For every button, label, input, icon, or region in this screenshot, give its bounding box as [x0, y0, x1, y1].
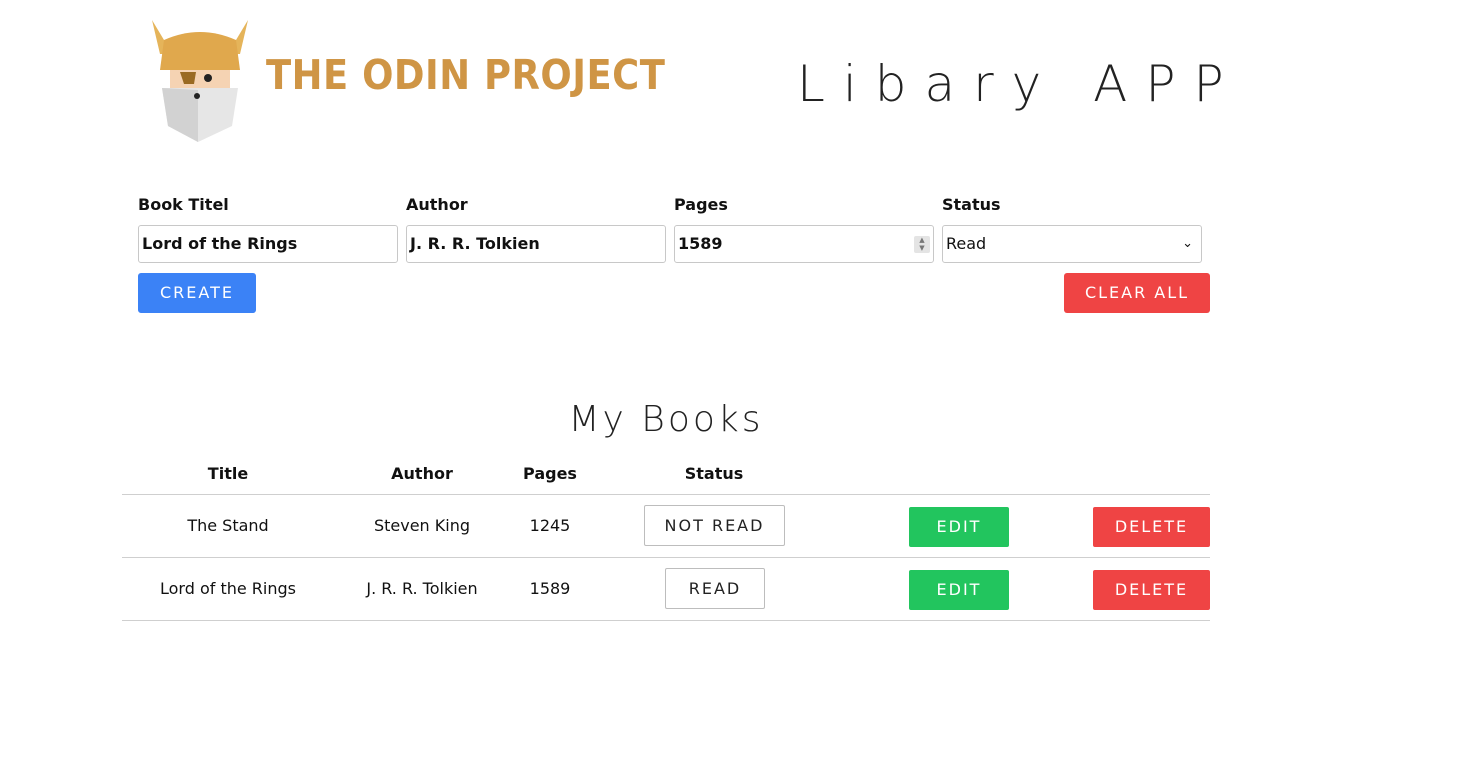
title-input[interactable]: Lord of the Rings [138, 225, 398, 263]
status-toggle-button[interactable]: NOT READ [644, 505, 785, 546]
book-title-cell: Lord of the Rings [159, 579, 296, 598]
books-table: Title Author Pages Status The Stand Stev… [122, 457, 1210, 621]
create-button[interactable]: CREATE [138, 273, 256, 313]
table-header: Title Author Pages Status [122, 457, 1210, 495]
my-books-heading: My Books [568, 399, 764, 440]
pages-value: 1589 [678, 234, 723, 253]
status-selected-value: Read [946, 234, 987, 253]
column-header-title: Title [207, 464, 249, 483]
edit-button[interactable]: EDIT [909, 507, 1009, 547]
status-field: Status Read ⌄ [942, 192, 1202, 263]
status-toggle-button[interactable]: READ [665, 568, 765, 609]
pages-field: Pages 1589 ▲ ▼ [674, 192, 934, 263]
column-header-pages: Pages [523, 464, 577, 483]
pages-label: Pages [674, 195, 728, 214]
book-pages-cell: 1589 [529, 579, 571, 598]
book-pages-cell: 1245 [529, 516, 571, 535]
author-label: Author [406, 195, 468, 214]
pages-input[interactable]: 1589 ▲ ▼ [674, 225, 934, 263]
status-label: Status [942, 195, 1001, 214]
author-field: Author J. R. R. Tolkien [406, 192, 666, 263]
spinner-icon[interactable]: ▲ ▼ [914, 236, 930, 253]
title-field: Book Titel Lord of the Rings [138, 192, 398, 263]
delete-button[interactable]: DELETE [1093, 570, 1210, 610]
odin-project-wordmark: THE ODIN PROJECT [266, 51, 666, 99]
header: THE ODIN PROJECT Libary APP [0, 0, 1465, 160]
clear-all-button[interactable]: CLEAR ALL [1064, 273, 1210, 313]
table-row: The Stand Steven King 1245 NOT READ EDIT… [122, 495, 1210, 558]
column-header-author: Author [391, 464, 453, 483]
column-header-status: Status [684, 464, 744, 483]
title-label: Book Titel [138, 195, 229, 214]
status-select[interactable]: Read ⌄ [942, 225, 1202, 263]
table-row: Lord of the Rings J. R. R. Tolkien 1589 … [122, 558, 1210, 621]
odin-viking-logo [152, 20, 248, 142]
book-author-cell: J. R. R. Tolkien [366, 579, 478, 598]
edit-button[interactable]: EDIT [909, 570, 1009, 610]
delete-button[interactable]: DELETE [1093, 507, 1210, 547]
author-input[interactable]: J. R. R. Tolkien [406, 225, 666, 263]
book-author-cell: Steven King [373, 516, 471, 535]
chevron-down-icon: ⌄ [1182, 236, 1193, 251]
app-title: Libary APP [797, 55, 1242, 113]
book-title-cell: The Stand [187, 516, 269, 535]
